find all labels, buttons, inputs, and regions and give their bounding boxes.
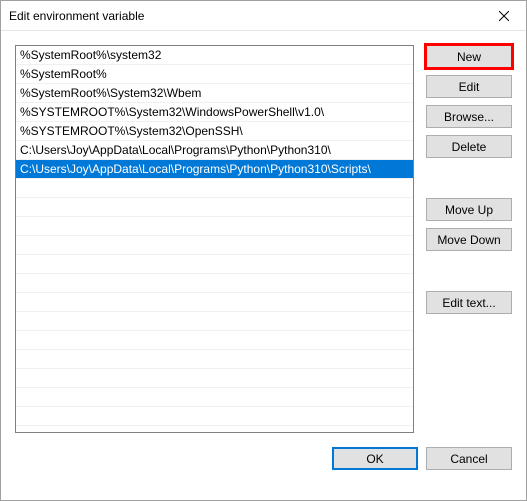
list-item[interactable]: C:\Users\Joy\AppData\Local\Programs\Pyth… bbox=[16, 160, 413, 179]
list-empty-row bbox=[16, 312, 413, 331]
close-icon bbox=[499, 11, 509, 21]
list-empty-row bbox=[16, 388, 413, 407]
list-empty-row bbox=[16, 407, 413, 426]
list-empty-row bbox=[16, 331, 413, 350]
ok-button[interactable]: OK bbox=[332, 447, 418, 470]
list-item[interactable]: %SystemRoot%\system32 bbox=[16, 46, 413, 65]
window-title: Edit environment variable bbox=[9, 9, 144, 23]
list-item[interactable]: C:\Users\Joy\AppData\Local\Programs\Pyth… bbox=[16, 141, 413, 160]
close-button[interactable] bbox=[481, 1, 526, 30]
list-item[interactable]: %SystemRoot%\System32\Wbem bbox=[16, 84, 413, 103]
list-empty-row bbox=[16, 198, 413, 217]
path-listbox[interactable]: %SystemRoot%\system32%SystemRoot%%System… bbox=[15, 45, 414, 433]
cancel-button[interactable]: Cancel bbox=[426, 447, 512, 470]
browse-button[interactable]: Browse... bbox=[426, 105, 512, 128]
edit-text-button[interactable]: Edit text... bbox=[426, 291, 512, 314]
list-empty-row bbox=[16, 255, 413, 274]
button-column: New Edit Browse... Delete Move Up Move D… bbox=[426, 45, 512, 433]
delete-button[interactable]: Delete bbox=[426, 135, 512, 158]
edit-button[interactable]: Edit bbox=[426, 75, 512, 98]
new-button[interactable]: New bbox=[426, 45, 512, 68]
footer: OK Cancel bbox=[1, 433, 526, 484]
list-empty-row bbox=[16, 217, 413, 236]
list-item[interactable]: %SYSTEMROOT%\System32\WindowsPowerShell\… bbox=[16, 103, 413, 122]
move-up-button[interactable]: Move Up bbox=[426, 198, 512, 221]
list-item[interactable]: %SYSTEMROOT%\System32\OpenSSH\ bbox=[16, 122, 413, 141]
move-down-button[interactable]: Move Down bbox=[426, 228, 512, 251]
spacer bbox=[426, 258, 512, 284]
list-empty-row bbox=[16, 293, 413, 312]
list-item[interactable]: %SystemRoot% bbox=[16, 65, 413, 84]
list-empty-row bbox=[16, 350, 413, 369]
list-empty-row bbox=[16, 274, 413, 293]
list-empty-row bbox=[16, 369, 413, 388]
titlebar: Edit environment variable bbox=[1, 1, 526, 31]
content-area: %SystemRoot%\system32%SystemRoot%%System… bbox=[1, 31, 526, 433]
list-empty-row bbox=[16, 179, 413, 198]
spacer bbox=[426, 165, 512, 191]
list-empty-row bbox=[16, 236, 413, 255]
